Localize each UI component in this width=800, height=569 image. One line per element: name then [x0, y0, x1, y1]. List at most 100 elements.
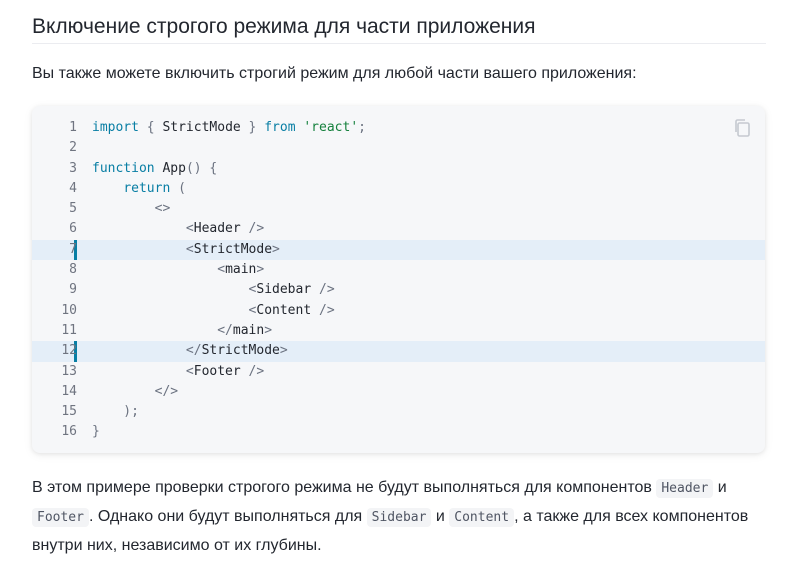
code-token: < — [92, 363, 194, 379]
code-line: 5 <> — [32, 199, 765, 219]
intro-text: Вы также можете включить строгий режим д… — [32, 65, 637, 82]
line-number: 2 — [69, 140, 77, 156]
inline-code-footer: Footer — [32, 508, 89, 527]
line-number: 14 — [61, 383, 77, 399]
code-token: main — [225, 262, 257, 278]
code-token: /> — [240, 221, 265, 237]
section-heading: Включение строгого режима для части прил… — [32, 10, 766, 44]
code-token: Content — [256, 302, 312, 318]
code-line-highlighted: 12 </StrictMode> — [32, 341, 765, 362]
code-token: </ — [92, 322, 233, 338]
code-token: /> — [311, 302, 335, 318]
code-text: ); — [92, 402, 139, 422]
code-text: </StrictMode> — [92, 341, 288, 361]
code-text: </main> — [92, 321, 272, 341]
line-number: 16 — [61, 424, 77, 440]
line-number: 15 — [61, 404, 77, 420]
code-token: from — [264, 120, 296, 135]
code-text: <main> — [92, 260, 264, 280]
code-block[interactable]: 1 import { StrictMode } from 'react'; 2 3 fu… — [32, 106, 765, 453]
line-number: 7 — [69, 241, 77, 257]
code-text: <Content /> — [92, 301, 335, 321]
para-text-3: . Однако они будут выполняться для — [88, 508, 367, 525]
code-token: </ — [92, 343, 202, 359]
code-token: ( — [170, 180, 186, 196]
code-line: 13 <Footer /> — [32, 362, 765, 382]
inline-code-content: Content — [449, 508, 515, 527]
code-token: < — [92, 282, 257, 298]
line-number: 1 — [69, 120, 77, 135]
line-number: 12 — [61, 343, 77, 359]
code-text: <Sidebar /> — [92, 280, 335, 300]
code-token: > — [272, 241, 280, 257]
para-text-4: и — [431, 508, 450, 525]
code-text: <Footer /> — [92, 362, 264, 382]
code-token: App — [162, 160, 186, 176]
code-token: StrictMode — [193, 241, 273, 257]
code-lines: 1 import { StrictMode } from 'react'; 2 3 fu… — [32, 118, 765, 443]
code-line: 3 function App() { — [32, 159, 765, 179]
code-token: return — [123, 180, 171, 196]
code-token: > — [256, 262, 265, 278]
code-token: </> — [92, 383, 179, 399]
line-number: 13 — [61, 363, 77, 379]
code-line: 1 import { StrictMode } from 'react'; — [32, 118, 765, 138]
code-text: return ( — [92, 179, 186, 199]
code-token: Header — [193, 221, 241, 237]
code-token: < — [92, 302, 257, 318]
code-token: } — [240, 120, 265, 135]
code-token: function — [92, 160, 155, 176]
code-token: /> — [311, 282, 335, 298]
inline-code-header: Header — [656, 479, 714, 498]
explanation-paragraph: В этом примере проверки строгого режима … — [32, 474, 772, 560]
code-token: < — [92, 221, 194, 237]
code-line: 4 return ( — [32, 179, 765, 199]
code-token: 'react' — [303, 120, 359, 135]
code-token: () { — [185, 160, 218, 176]
code-token: StrictMode — [162, 120, 241, 135]
code-token: < — [92, 262, 226, 278]
code-token: < — [92, 241, 194, 257]
line-number: 11 — [61, 322, 77, 338]
code-text: <> — [92, 199, 171, 219]
code-text: } — [92, 422, 100, 442]
code-line: 2 — [32, 138, 765, 158]
code-line: 10 <Content /> — [32, 301, 765, 321]
code-line: 8 <main> — [32, 260, 765, 280]
code-text: </> — [92, 382, 178, 402]
line-number: 10 — [61, 302, 77, 318]
code-token: main — [232, 322, 265, 338]
code-token: ); — [92, 404, 139, 420]
code-token: } — [92, 424, 100, 440]
code-line: 6 <Header /> — [32, 219, 765, 239]
code-line: 15 ); — [32, 402, 765, 422]
para-text-1: В этом примере проверки строгого режима … — [32, 479, 657, 496]
inline-code-sidebar: Sidebar — [366, 508, 432, 527]
page: Включение строгого режима для части прил… — [0, 0, 800, 569]
line-number: 9 — [69, 282, 77, 298]
code-token: Sidebar — [256, 282, 312, 298]
code-token: import — [92, 120, 139, 135]
code-line: 9 <Sidebar /> — [32, 280, 765, 300]
line-number: 4 — [69, 180, 77, 196]
code-text: <StrictMode> — [92, 240, 280, 260]
code-line: 14 </> — [32, 382, 765, 402]
line-number: 3 — [69, 160, 77, 176]
code-token: > — [279, 343, 288, 359]
code-line: 11 </main> — [32, 321, 765, 341]
line-number: 8 — [69, 262, 77, 278]
code-token: <> — [92, 201, 171, 217]
code-token: /> — [240, 363, 265, 379]
code-token: > — [264, 322, 273, 338]
code-text: function App() { — [92, 159, 217, 179]
code-text: import { StrictMode } from 'react'; — [92, 118, 366, 138]
code-token: ; — [358, 120, 366, 135]
code-text: <Header /> — [92, 219, 264, 239]
para-text-2: и — [713, 479, 727, 496]
code-token: { — [138, 120, 163, 135]
code-token: StrictMode — [201, 343, 280, 359]
code-line-highlighted: 7 <StrictMode> — [32, 239, 765, 261]
line-number: 5 — [69, 201, 77, 217]
line-number: 6 — [69, 221, 77, 237]
